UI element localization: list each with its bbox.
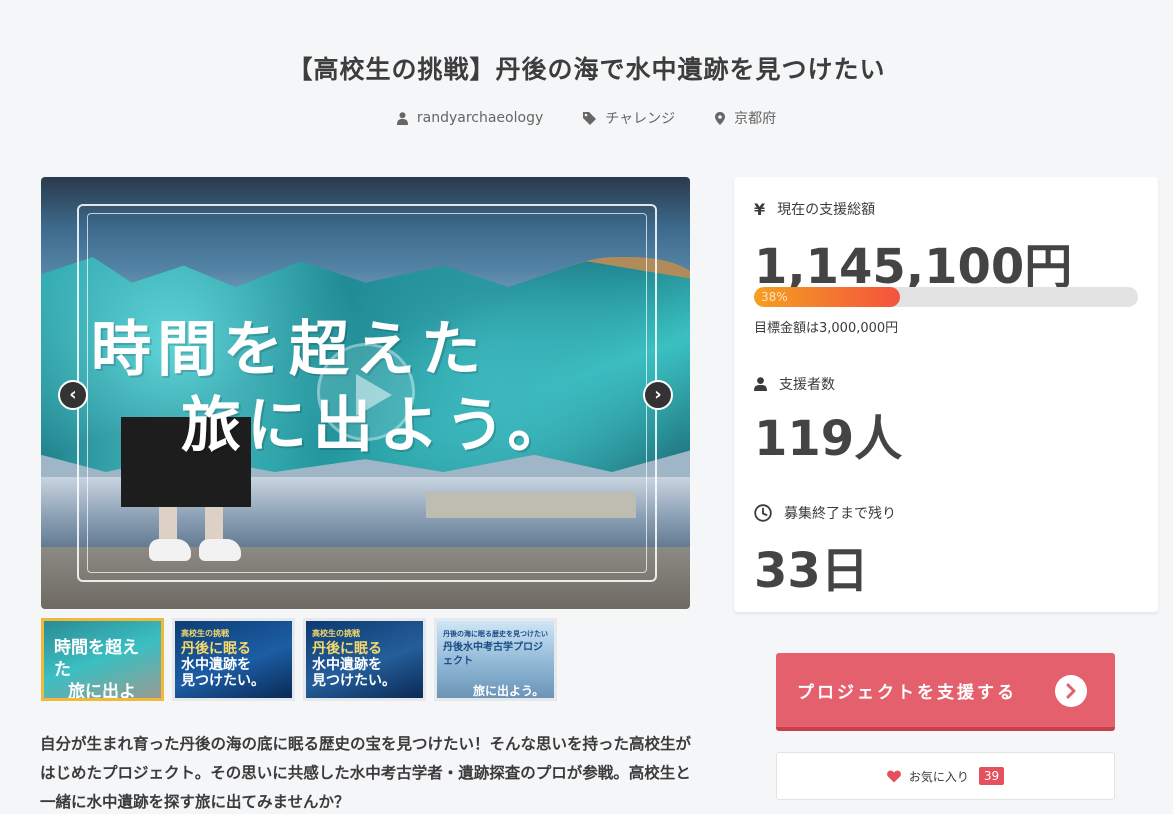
play-video-button[interactable]	[317, 343, 415, 441]
funding-stats-card: ¥ 現在の支援総額 1,145,100円 38% 目標金額は3,000,000円…	[734, 177, 1158, 612]
project-summary: 自分が生まれ育った丹後の海の底に眠る歴史の宝を見つけたい！そんな思いを持った高校…	[40, 735, 692, 811]
favorite-label: お気に入り	[908, 769, 969, 784]
tag-icon	[583, 111, 597, 125]
heart-icon	[886, 770, 901, 782]
backers-value: 119人	[754, 411, 903, 467]
map-pin-icon	[715, 111, 726, 125]
location-name: 京都府	[734, 111, 777, 127]
favorite-count: 39	[978, 767, 1005, 785]
yen-icon: ¥	[754, 199, 766, 219]
category-link[interactable]: チャレンジ	[583, 108, 675, 128]
remaining-days-label: 募集終了まで残り	[754, 503, 896, 523]
favorite-button[interactable]: お気に入り 39	[776, 752, 1115, 800]
support-button-label: プロジェクトを支援する	[797, 682, 1017, 703]
category-name: チャレンジ	[605, 111, 676, 127]
funding-progress-bar: 38%	[754, 287, 1138, 307]
remaining-days-value: 33日	[754, 543, 869, 599]
owner-link[interactable]: randyarchaeology	[396, 108, 544, 128]
prev-slide-button[interactable]: ‹	[58, 380, 88, 410]
owner-name: randyarchaeology	[416, 110, 544, 126]
total-funding-label: ¥ 現在の支援総額	[754, 199, 876, 219]
support-project-button[interactable]: プロジェクトを支援する	[776, 653, 1115, 731]
thumbnail-4[interactable]: 丹後の海に眠る歴史を見つけたい 丹後水中考古学プロジェクト 旅に出よう。	[434, 618, 557, 701]
thumbnail-1[interactable]: 時間を超えた 旅に出よう。	[41, 618, 164, 701]
next-slide-button[interactable]: ›	[643, 380, 673, 410]
backers-label: 支援者数	[754, 374, 835, 394]
user-icon	[754, 377, 767, 391]
thumbnail-2[interactable]: 高校生の挑戦 丹後に眠る 水中遺跡を 見つけたい。	[172, 618, 295, 701]
clock-icon	[754, 504, 772, 522]
project-main-image[interactable]: 時間を超えた 旅に出よう。 ‹ ›	[41, 177, 690, 609]
project-title: 【高校生の挑戦】丹後の海で水中遺跡を見つけたい	[287, 55, 886, 84]
chevron-right-icon	[1055, 675, 1087, 707]
thumbnail-strip: 時間を超えた 旅に出よう。 高校生の挑戦 丹後に眠る 水中遺跡を 見つけたい。 …	[41, 618, 557, 701]
thumbnail-3[interactable]: 高校生の挑戦 丹後に眠る 水中遺跡を 見つけたい。	[303, 618, 426, 701]
funding-progress-percent: 38%	[761, 290, 788, 304]
location-link[interactable]: 京都府	[715, 108, 776, 128]
user-icon	[396, 111, 408, 125]
project-meta: randyarchaeology チャレンジ 京都府	[0, 108, 1173, 128]
goal-amount: 目標金額は3,000,000円	[754, 321, 899, 336]
hero-catch-line1: 時間を超えた	[91, 315, 487, 385]
